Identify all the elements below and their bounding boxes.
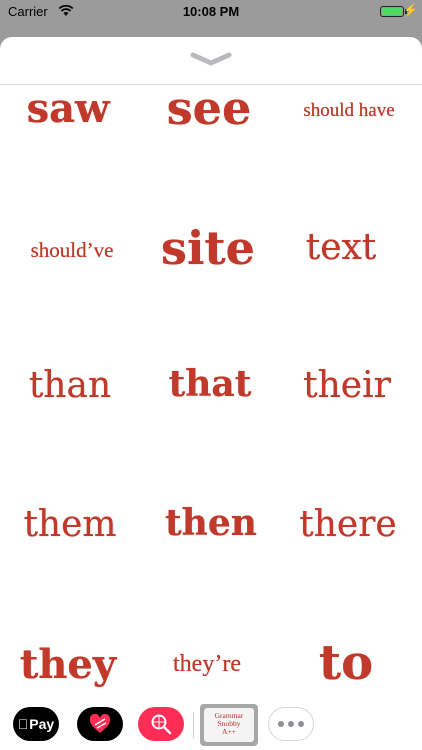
sticker-than[interactable]: than bbox=[29, 365, 111, 406]
status-bar: Carrier 10:08 PM ⚡ bbox=[0, 0, 422, 24]
more-apps-button[interactable] bbox=[268, 707, 314, 741]
sticker-text[interactable]: text bbox=[306, 227, 377, 268]
images-search-app-button[interactable] bbox=[138, 707, 184, 741]
sticker-they[interactable]: they bbox=[20, 641, 116, 688]
grammar-snobby-app-button[interactable]: Grammar Snobby A++ bbox=[200, 704, 258, 746]
sticker-saw[interactable]: saw bbox=[27, 85, 110, 132]
globe-search-icon bbox=[151, 714, 172, 735]
sticker-then[interactable]: then bbox=[165, 502, 257, 544]
sticker-that[interactable]: that bbox=[169, 363, 252, 405]
grammar-line-3: A++ bbox=[222, 727, 236, 736]
more-dot-icon bbox=[278, 721, 284, 727]
battery-icon bbox=[380, 6, 404, 17]
sticker-shouldve[interactable]: should’ve bbox=[31, 238, 114, 263]
sticker-their[interactable]: their bbox=[303, 365, 391, 406]
clock: 10:08 PM bbox=[182, 4, 240, 19]
more-dot-icon bbox=[298, 721, 304, 727]
sticker-see[interactable]: see bbox=[167, 81, 251, 135]
apple-pay-app-button[interactable]:  Pay bbox=[13, 707, 59, 741]
more-dot-icon bbox=[288, 721, 294, 727]
collapse-chevron-icon[interactable] bbox=[189, 49, 233, 69]
sticker-should-have[interactable]: should have bbox=[303, 100, 394, 122]
sticker-to[interactable]: to bbox=[319, 635, 373, 691]
heart-icon bbox=[89, 714, 111, 733]
charging-bolt-icon: ⚡ bbox=[403, 3, 418, 17]
sticker-theyre[interactable]: they’re bbox=[173, 651, 241, 678]
sticker-sheet: saw see should have should’ve site text … bbox=[0, 37, 422, 750]
grammar-snobby-icon: Grammar Snobby A++ bbox=[204, 708, 254, 742]
digital-touch-app-button[interactable] bbox=[77, 707, 123, 741]
app-drawer:  Pay Grammar Snobby A++ bbox=[0, 700, 422, 750]
sticker-there[interactable]: there bbox=[299, 504, 396, 545]
drawer-separator bbox=[193, 712, 194, 738]
apple-logo-icon:  bbox=[18, 716, 29, 732]
sticker-them[interactable]: them bbox=[23, 504, 116, 545]
apple-pay-label: Pay bbox=[24, 716, 54, 732]
sticker-site[interactable]: site bbox=[161, 221, 255, 275]
